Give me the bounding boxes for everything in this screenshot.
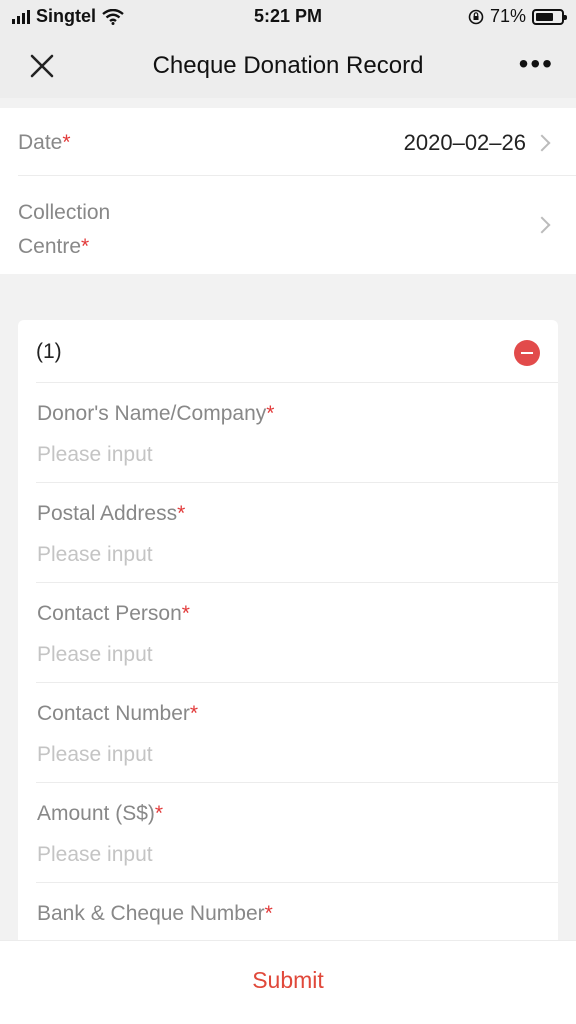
field-label: Bank & Cheque Number* — [37, 902, 273, 925]
battery-icon — [532, 8, 567, 25]
battery-group: 71% — [468, 6, 567, 27]
field-label: Postal Address* — [37, 502, 186, 525]
required-asterisk: * — [154, 802, 164, 825]
collection-centre-label: Collection Centre* — [18, 201, 111, 258]
date-value: 2020–02–26 — [403, 130, 526, 155]
bottom-action-bar: Submit — [0, 940, 576, 1024]
required-asterisk: * — [266, 402, 275, 425]
field-label: Amount (S$)* — [37, 802, 164, 825]
text-input[interactable] — [37, 540, 517, 570]
more-options-icon[interactable]: ••• — [519, 50, 554, 78]
entry-number: (1) — [36, 340, 62, 363]
required-asterisk: * — [81, 235, 90, 258]
remove-entry-icon[interactable] — [514, 340, 540, 366]
required-asterisk: * — [181, 602, 190, 625]
record-header-card: Date* 2020–02–26 Collection Centre* — [0, 108, 576, 274]
field-label: Donor's Name/Company* — [37, 402, 275, 425]
date-label: Date* — [18, 131, 71, 154]
form-field: Contact Person* — [18, 582, 558, 682]
required-asterisk: * — [189, 702, 199, 725]
entry-header: (1) — [18, 320, 558, 382]
required-asterisk: * — [62, 131, 71, 154]
battery-percent: 71% — [489, 6, 526, 26]
text-input[interactable] — [37, 840, 517, 870]
required-asterisk: * — [264, 902, 273, 925]
text-input[interactable] — [37, 640, 517, 670]
date-row[interactable]: Date* 2020–02–26 — [0, 108, 576, 176]
form-field: Amount (S$)* — [18, 782, 558, 882]
form-field: Contact Number* — [18, 682, 558, 782]
field-label: Contact Number* — [37, 702, 199, 725]
navigation-bar: Cheque Donation Record ••• — [0, 34, 576, 98]
collection-centre-row[interactable]: Collection Centre* — [0, 176, 576, 274]
donation-entry-card: (1) Donor's Name/Company* Postal Address*… — [18, 320, 558, 960]
required-asterisk: * — [177, 502, 186, 525]
text-input[interactable] — [37, 440, 517, 470]
field-label: Contact Person* — [37, 602, 190, 625]
form-field: Postal Address* — [18, 482, 558, 582]
page-title: Cheque Donation Record — [152, 52, 424, 79]
chevron-right-icon — [533, 216, 551, 234]
status-bar: Singtel 5:21 PM 71% — [0, 0, 576, 34]
text-input[interactable] — [37, 740, 517, 770]
submit-button[interactable]: Submit — [0, 967, 576, 994]
orientation-lock-icon — [468, 9, 484, 24]
form-field: Donor's Name/Company* — [18, 382, 558, 482]
chevron-right-icon — [533, 134, 551, 152]
